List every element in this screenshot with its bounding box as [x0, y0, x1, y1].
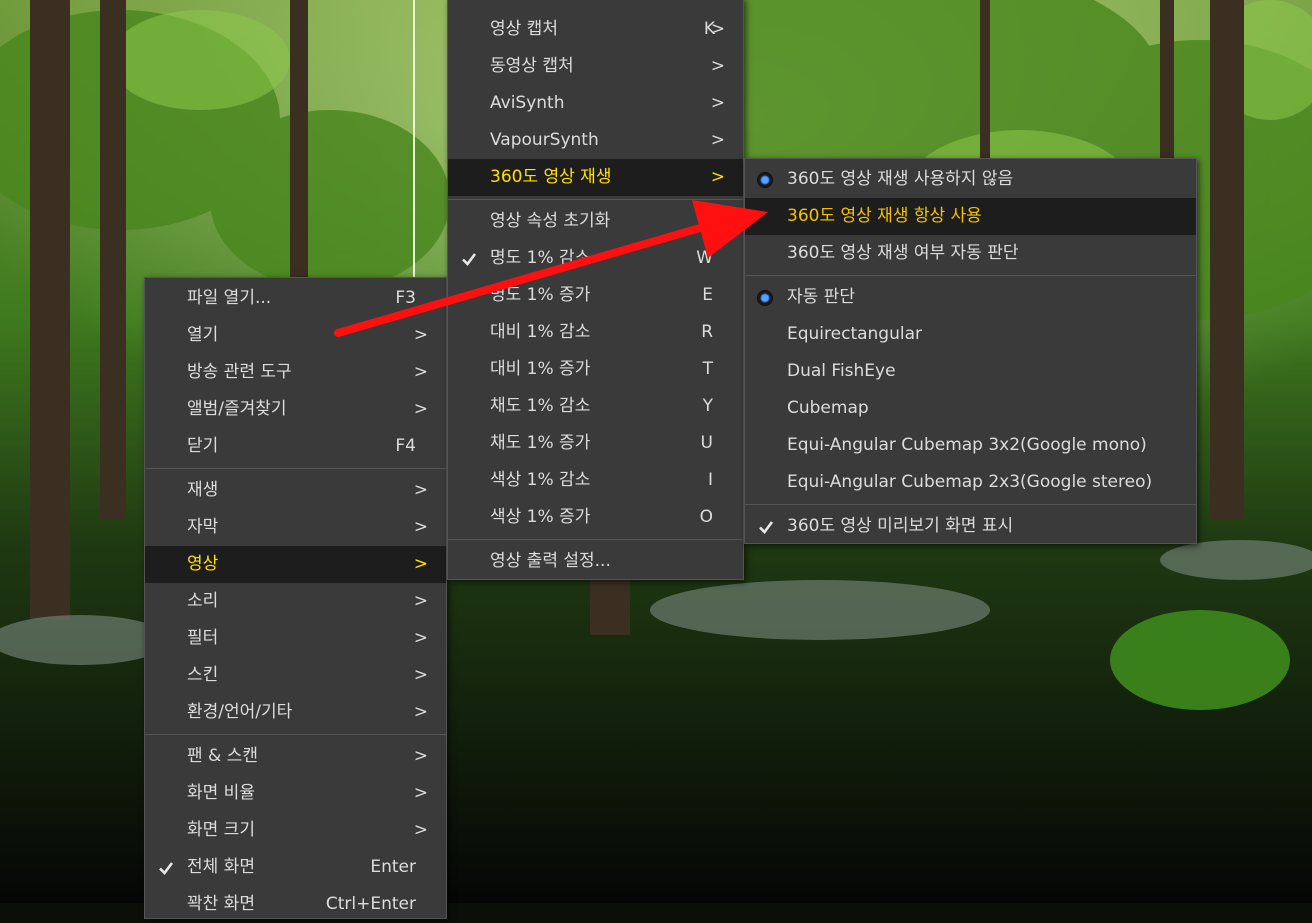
annotation-arrow-icon [334, 200, 768, 337]
